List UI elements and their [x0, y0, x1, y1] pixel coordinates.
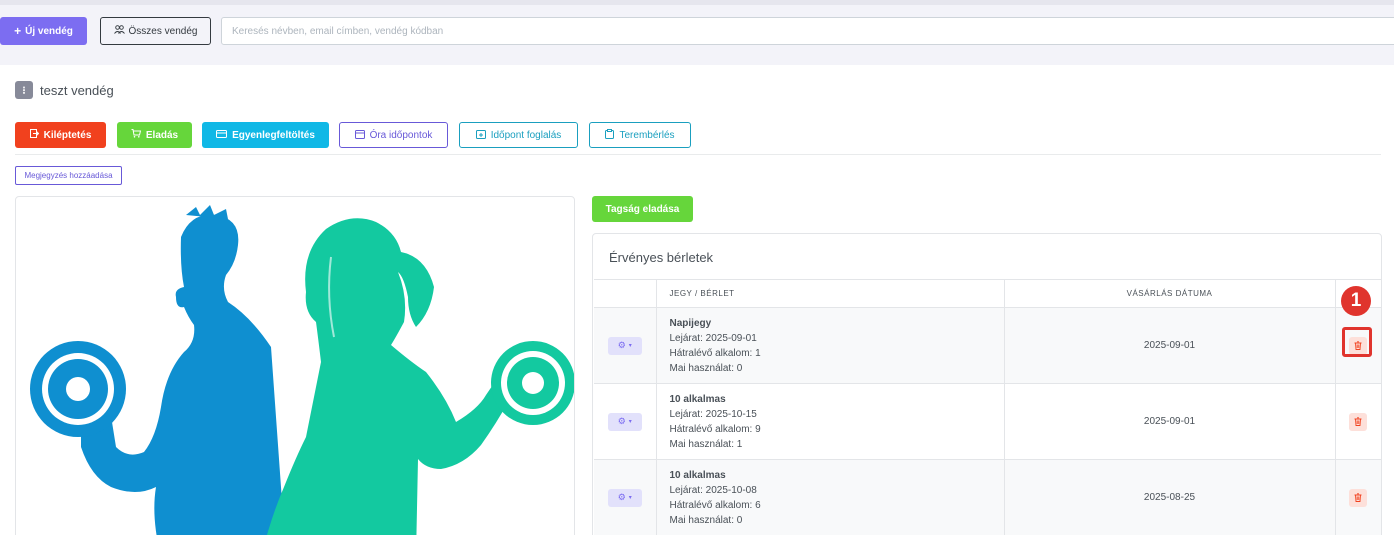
gear-icon: ⚙ [617, 340, 626, 350]
class-times-button[interactable]: Óra időpontok [339, 122, 448, 148]
class-times-label: Óra időpontok [369, 129, 433, 141]
divider [15, 154, 1381, 155]
pass-cell: 10 alkalmas Lejárat: 2025-10-08 Hátralév… [656, 459, 1005, 535]
purchase-date: 2025-09-01 [1004, 307, 1336, 384]
delete-cell [1335, 383, 1381, 460]
guest-toolbar: + Új vendég Összes vendég [0, 5, 1394, 57]
guest-photo-card [15, 196, 575, 535]
card-icon [216, 129, 228, 141]
pass-cell: 10 alkalmas Lejárat: 2025-10-15 Hátralév… [656, 383, 1005, 460]
table-row: ⚙ ▾ 10 alkalmas Lejárat: 2025-10-15 Hátr… [594, 383, 1381, 460]
new-guest-label: Új vendég [25, 25, 73, 37]
guest-header: ⁝ teszt vendég [15, 81, 114, 99]
gear-icon: ⚙ [617, 492, 626, 502]
plus-icon: + [14, 24, 22, 38]
new-guest-button[interactable]: + Új vendég [0, 17, 87, 45]
appointment-booking-label: Időpont foglalás [490, 129, 562, 141]
clipboard-icon [605, 128, 615, 142]
all-guests-label: Összes vendég [128, 25, 198, 37]
guest-menu-icon[interactable]: ⁝ [15, 81, 33, 99]
chevron-down-icon: ▾ [628, 419, 632, 425]
pass-remaining: Hátralévő alkalom: 9 [669, 423, 761, 435]
pass-expiry: Lejárat: 2025-10-15 [669, 408, 757, 420]
passes-table: JEGY / BÉRLET VÁSÁRLÁS DÁTUMA ⚙ ▾ Napije… [594, 279, 1381, 535]
room-rental-label: Terembérlés [619, 129, 675, 141]
delete-highlight-box [1342, 327, 1372, 357]
balance-topup-button[interactable]: Egyenlegfeltöltés [202, 122, 329, 148]
calendar-plus-icon [475, 129, 486, 142]
delete-pass-button[interactable] [1349, 412, 1368, 431]
delete-pass-button[interactable] [1349, 488, 1368, 507]
trash-icon [1354, 417, 1362, 426]
sale-label: Eladás [145, 129, 179, 141]
room-rental-button[interactable]: Terembérlés [589, 122, 691, 148]
pass-remaining: Hátralévő alkalom: 6 [669, 499, 761, 511]
guest-search-input[interactable] [221, 17, 1394, 45]
appointment-booking-button[interactable]: Időpont foglalás [459, 122, 578, 148]
header-purchase-date: VÁSÁRLÁS DÁTUMA [1004, 279, 1336, 308]
table-row: ⚙ ▾ Napijegy Lejárat: 2025-09-01 Hátralé… [594, 307, 1381, 384]
passes-table-header: JEGY / BÉRLET VÁSÁRLÁS DÁTUMA [594, 279, 1381, 308]
pass-cell: Napijegy Lejárat: 2025-09-01 Hátralévő a… [656, 307, 1005, 384]
cart-icon [131, 129, 142, 141]
row-settings-dropdown[interactable]: ⚙ ▾ [607, 336, 642, 355]
calendar-icon [354, 129, 365, 142]
pass-expiry: Lejárat: 2025-09-01 [669, 332, 757, 344]
valid-passes-card: Érvényes bérletek JEGY / BÉRLET VÁSÁRLÁS… [592, 233, 1382, 535]
guest-name: teszt vendég [40, 82, 114, 98]
chevron-down-icon: ▾ [628, 495, 632, 501]
gear-icon: ⚙ [617, 416, 626, 426]
annotation-badge: 1 [1341, 286, 1371, 316]
balance-topup-label: Egyenlegfeltöltés [232, 129, 315, 141]
purchase-date: 2025-09-01 [1004, 383, 1336, 460]
delete-cell [1335, 459, 1381, 535]
pass-today-usage: Mai használat: 1 [669, 438, 743, 450]
users-icon [113, 25, 125, 37]
guest-panel: ⁝ teszt vendég Kiléptetés Eladás Egyenle… [0, 65, 1394, 535]
checkout-button[interactable]: Kiléptetés [15, 122, 106, 148]
table-row: ⚙ ▾ 10 alkalmas Lejárat: 2025-10-08 Hátr… [594, 459, 1381, 535]
passes-title: Érvényes bérletek [609, 250, 714, 265]
purchase-date: 2025-08-25 [1004, 459, 1336, 535]
membership-sale-button[interactable]: Tagság eladása [592, 196, 693, 222]
checkout-label: Kiléptetés [43, 129, 92, 141]
row-settings-dropdown[interactable]: ⚙ ▾ [607, 488, 642, 507]
row-settings-dropdown[interactable]: ⚙ ▾ [607, 412, 642, 431]
header-actions [594, 279, 657, 308]
pass-expiry: Lejárat: 2025-10-08 [669, 484, 757, 496]
exit-icon [29, 129, 39, 141]
row-actions-cell: ⚙ ▾ [594, 459, 657, 535]
pass-today-usage: Mai használat: 0 [669, 362, 743, 374]
row-actions-cell: ⚙ ▾ [594, 383, 657, 460]
chevron-down-icon: ▾ [628, 343, 632, 349]
pass-name: 10 alkalmas [669, 393, 726, 405]
row-actions-cell: ⚙ ▾ [594, 307, 657, 384]
pass-today-usage: Mai használat: 0 [669, 514, 743, 526]
header-pass: JEGY / BÉRLET [656, 279, 1005, 308]
trash-icon [1354, 493, 1362, 502]
pass-name: Napijegy [669, 317, 712, 329]
pass-name: 10 alkalmas [669, 469, 726, 481]
all-guests-button[interactable]: Összes vendég [100, 17, 211, 45]
pass-remaining: Hátralévő alkalom: 1 [669, 347, 761, 359]
sale-button[interactable]: Eladás [117, 122, 192, 148]
add-note-button[interactable]: Megjegyzés hozzáadása [15, 166, 122, 185]
fitness-couple-illustration [30, 205, 574, 535]
